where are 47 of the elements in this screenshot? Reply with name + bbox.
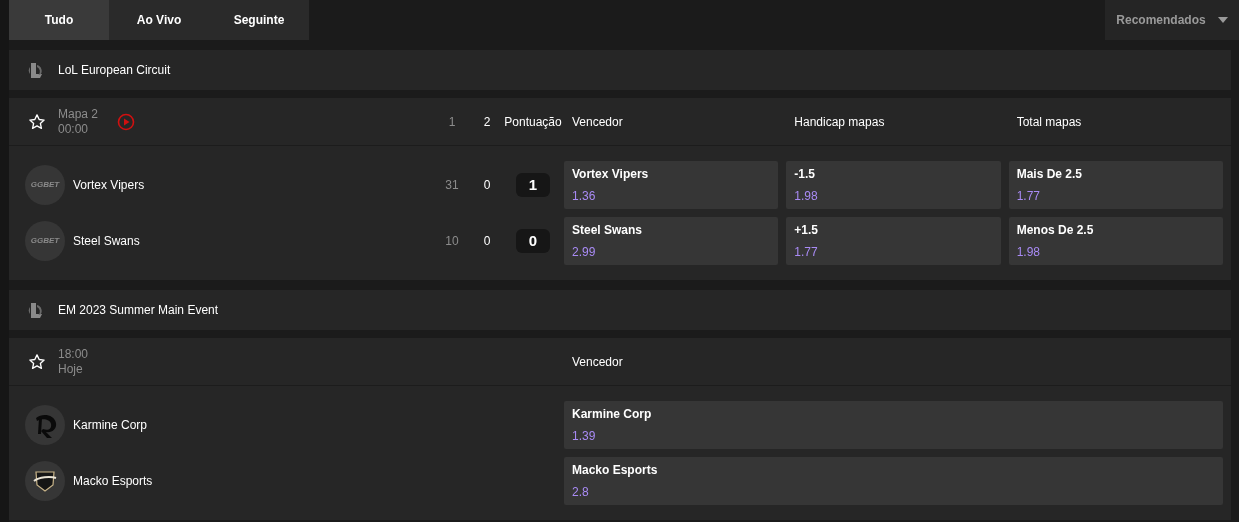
star-icon[interactable] bbox=[28, 112, 46, 131]
tab[interactable]: Ao Vivo bbox=[109, 0, 209, 40]
odds-button[interactable]: Vortex Vipers 1.36 bbox=[564, 161, 779, 209]
odds-button[interactable]: Steel Swans 2.99 bbox=[564, 217, 779, 265]
odds-button[interactable]: Mais De 2.5 1.77 bbox=[1008, 161, 1223, 209]
team-logo: GGBET bbox=[25, 165, 65, 205]
team-logo bbox=[25, 405, 65, 445]
sort-dropdown[interactable]: Recomendados bbox=[1105, 0, 1239, 40]
score: 0 bbox=[482, 177, 492, 194]
odds-button[interactable]: -1.5 1.98 bbox=[786, 161, 1001, 209]
match-status: 18:00 bbox=[58, 346, 89, 362]
score: 31 bbox=[444, 177, 460, 194]
team-logo: GGBET bbox=[25, 221, 65, 261]
team-name: Karmine Corp bbox=[73, 417, 148, 434]
total-score: 0 bbox=[516, 229, 550, 253]
team-logo bbox=[25, 461, 65, 501]
team-name: Vortex Vipers bbox=[73, 177, 145, 194]
score-column-header: 2 bbox=[482, 113, 492, 131]
score: 10 bbox=[444, 233, 460, 250]
odds-button[interactable]: Menos De 2.5 1.98 bbox=[1008, 217, 1223, 265]
market-title: Handicap mapas bbox=[793, 113, 885, 131]
odds-button[interactable]: +1.5 1.77 bbox=[786, 217, 1001, 265]
league-header[interactable]: LoL European Circuit bbox=[9, 50, 1231, 90]
play-icon[interactable] bbox=[117, 112, 136, 131]
star-icon[interactable] bbox=[28, 352, 46, 371]
tab[interactable]: Tudo bbox=[9, 0, 109, 40]
team-name: Macko Esports bbox=[73, 473, 153, 490]
league-icon bbox=[28, 301, 44, 319]
league-name: EM 2023 Summer Main Event bbox=[58, 302, 219, 319]
tab[interactable]: Seguinte bbox=[209, 0, 309, 40]
score-column-header: 1 bbox=[447, 113, 457, 131]
match-status: Mapa 2 bbox=[58, 106, 99, 122]
market-title: Vencedor bbox=[571, 353, 623, 371]
league-icon bbox=[28, 61, 44, 79]
match-time: 00:00 bbox=[58, 121, 90, 137]
market-title: Vencedor bbox=[571, 113, 623, 131]
team-name: Steel Swans bbox=[73, 233, 140, 250]
league-name: LoL European Circuit bbox=[58, 62, 171, 79]
score-column-header: Pontuação bbox=[503, 113, 563, 131]
market-title: Total mapas bbox=[1015, 113, 1082, 131]
caret-icon bbox=[1217, 17, 1228, 23]
total-score: 1 bbox=[516, 173, 550, 197]
match-time: Hoje bbox=[58, 361, 84, 377]
score: 0 bbox=[482, 233, 492, 250]
odds-button[interactable]: Macko Esports 2.8 bbox=[564, 457, 1223, 505]
league-header[interactable]: EM 2023 Summer Main Event bbox=[9, 290, 1231, 330]
odds-button[interactable]: Karmine Corp 1.39 bbox=[564, 401, 1223, 449]
